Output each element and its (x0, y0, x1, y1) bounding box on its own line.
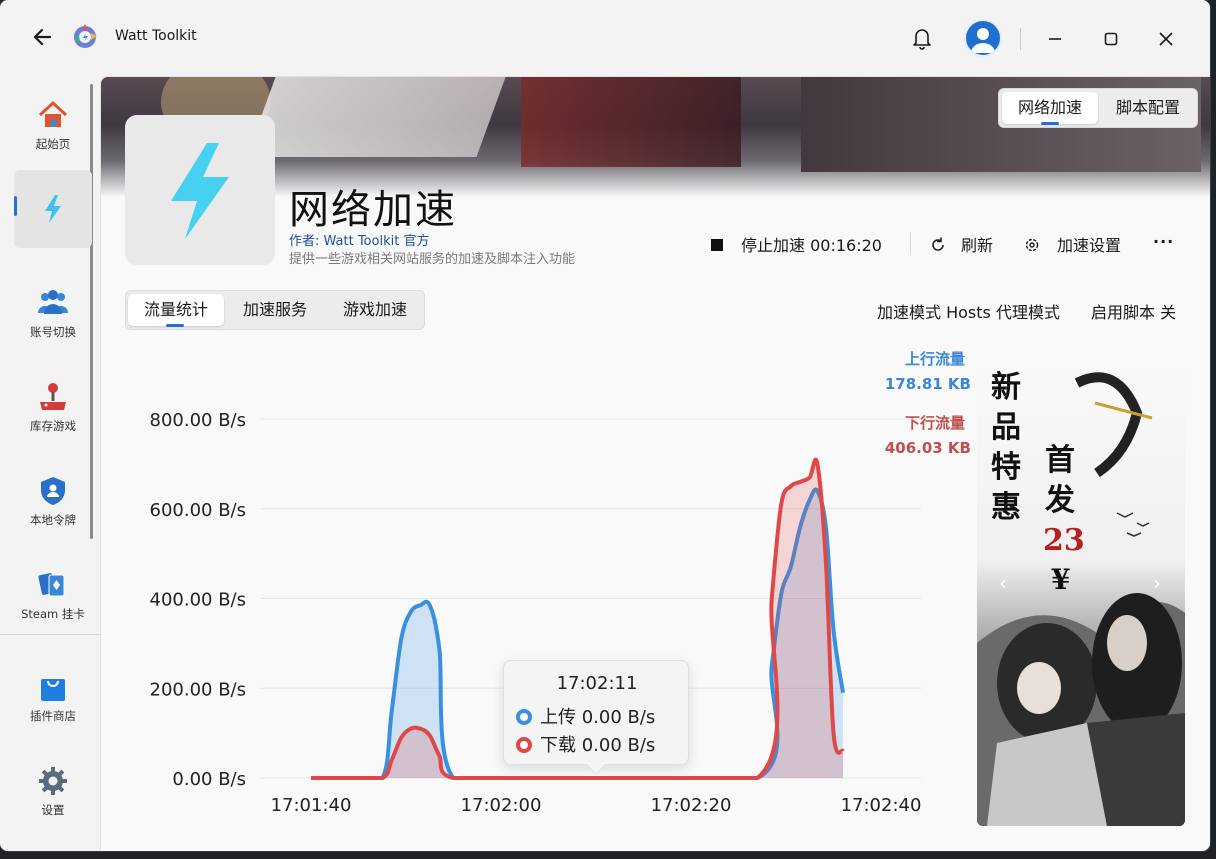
segment-network-accel[interactable]: 网络加速 (1002, 92, 1098, 124)
sidebar-item-plugin-store[interactable]: 插件商店 (14, 656, 92, 734)
tooltip-download-text: 下载 0.00 B/s (540, 735, 656, 756)
tab-selected-indicator (166, 324, 184, 327)
sidebar-item-label: Steam 挂卡 (21, 607, 85, 621)
app-logo-icon (74, 24, 97, 48)
download-dot-icon (516, 737, 532, 753)
feature-icon-box (125, 115, 275, 265)
y-tick-label: 800.00 B/s (150, 410, 247, 431)
refresh-icon (932, 237, 944, 251)
lightning-icon (171, 143, 229, 239)
sidebar-item-account-switch[interactable]: 账号切换 (14, 272, 92, 350)
user-avatar[interactable] (964, 19, 1002, 57)
gear-icon (39, 767, 67, 795)
app-window: Watt Toolkit 起始页 账号切换 库存游戏 本地令牌 Steam 挂卡… (0, 0, 1210, 851)
maximize-icon[interactable] (1096, 24, 1126, 54)
y-tick-label: 600.00 B/s (150, 500, 247, 521)
users-icon (38, 290, 68, 314)
sidebar-divider (0, 634, 100, 635)
upload-legend-label: 上行流量 (904, 350, 965, 368)
sidebar: 起始页 账号切换 库存游戏 本地令牌 Steam 挂卡 插件商店 设置 (0, 76, 100, 851)
stop-accel-button[interactable]: 停止加速 00:16:20 (711, 232, 882, 256)
sidebar-item-label: 插件商店 (30, 709, 76, 723)
segment-label: 网络加速 (1017, 98, 1082, 117)
tab-label: 游戏加速 (342, 300, 407, 319)
shield-user-icon (41, 477, 65, 505)
tooltip-download-row: 下载 0.00 B/s (516, 731, 655, 757)
accel-settings-button[interactable]: 加速设置 (1023, 232, 1121, 256)
settings-gear-icon (1025, 238, 1039, 252)
sidebar-item-label: 账号切换 (30, 325, 76, 339)
y-tick-label: 0.00 B/s (172, 769, 246, 790)
x-tick-label: 17:02:20 (651, 795, 732, 816)
segment-label: 脚本配置 (1115, 98, 1180, 117)
page-description: 提供一些游戏相关网站服务的加速及脚本注入功能 (289, 252, 576, 267)
back-arrow-icon[interactable] (30, 24, 56, 50)
home-icon (38, 101, 68, 127)
tab-label: 加速服务 (242, 300, 307, 319)
y-tick-label: 200.00 B/s (150, 679, 247, 700)
refresh-button[interactable]: 刷新 (929, 232, 993, 256)
title-bar: Watt Toolkit (0, 0, 1210, 76)
tab-game-accel[interactable]: 游戏加速 (326, 294, 424, 326)
ad-price-text: 23 (1043, 523, 1085, 558)
page-title: 网络加速 (289, 187, 457, 233)
upload-dot-icon (516, 709, 532, 725)
tooltip-upload-text: 上传 0.00 B/s (540, 707, 656, 728)
accel-mode-text: 加速模式 Hosts 代理模式 (877, 303, 1060, 322)
x-tick-label: 17:01:40 (271, 795, 352, 816)
segment-script-config[interactable]: 脚本配置 (1100, 92, 1196, 124)
script-status-text: 启用脚本 关 (1091, 303, 1177, 322)
tooltip-upload-row: 上传 0.00 B/s (516, 703, 655, 729)
more-options-button[interactable]: ··· (1153, 232, 1174, 251)
promo-ad-banner[interactable]: 新品特惠 首发 23 ¥ ‹ › (977, 343, 1185, 826)
accel-settings-label: 加速设置 (1057, 236, 1122, 255)
ad-next-arrow-icon[interactable]: › (1153, 571, 1161, 595)
store-bag-icon (41, 679, 65, 701)
app-title: Watt Toolkit (115, 28, 197, 44)
sidebar-item-network-accel[interactable] (14, 170, 92, 248)
tab-label: 流量统计 (143, 300, 208, 319)
stop-accel-label: 停止加速 00:16:20 (741, 236, 882, 255)
author-link[interactable]: 作者: Watt Toolkit 官方 (289, 230, 429, 249)
ad-slogan-text: 新品特惠 (991, 370, 1021, 525)
close-icon[interactable] (1151, 24, 1181, 54)
sidebar-item-steam-idle[interactable]: Steam 挂卡 (14, 554, 92, 632)
sidebar-item-settings[interactable]: 设置 (14, 750, 92, 828)
sidebar-active-indicator (14, 196, 17, 216)
sidebar-item-label: 设置 (41, 803, 65, 817)
sidebar-item-label: 起始页 (35, 137, 71, 151)
sidebar-item-label: 本地令牌 (30, 513, 76, 527)
traffic-chart: 0.00 B/s 200.00 B/s 400.00 B/s 600.00 B/s 80… (150, 410, 922, 816)
sidebar-item-local-token[interactable]: 本地令牌 (14, 460, 92, 538)
user-avatar-icon (971, 28, 995, 53)
ad-launch-text: 首发 (1045, 443, 1075, 518)
joystick-icon (40, 383, 66, 410)
sidebar-item-label: 库存游戏 (30, 419, 76, 433)
tooltip-time: 17:02:11 (556, 673, 638, 694)
ad-currency-text: ¥ (1051, 563, 1071, 596)
lightning-icon (45, 195, 61, 223)
segment-selected-indicator (1041, 122, 1059, 125)
tab-accel-services[interactable]: 加速服务 (226, 294, 324, 326)
y-tick-label: 400.00 B/s (150, 590, 247, 611)
stats-tab-bar: 流量统计 加速服务 游戏加速 (125, 290, 425, 330)
x-tick-label: 17:02:40 (841, 795, 922, 816)
action-separator (910, 232, 911, 254)
minimize-icon[interactable] (1040, 24, 1070, 54)
titlebar-separator (1020, 28, 1021, 50)
chart-tooltip: 17:02:11 上传 0.00 B/s 下载 0.00 B/s (503, 660, 689, 775)
sidebar-item-game-library[interactable]: 库存游戏 (14, 366, 92, 444)
ad-prev-arrow-icon[interactable]: ‹ (999, 571, 1007, 595)
notification-bell-icon[interactable] (908, 24, 936, 52)
top-segment-control: 网络加速 脚本配置 (998, 88, 1198, 128)
stop-icon (711, 239, 723, 251)
tab-traffic-stats[interactable]: 流量统计 (128, 294, 224, 326)
main-content: 网络加速 脚本配置 网络加速 作者: Watt Toolkit 官方 提供一些游… (100, 76, 1210, 851)
sidebar-item-home[interactable]: 起始页 (14, 84, 92, 162)
refresh-label: 刷新 (961, 236, 994, 255)
cards-icon (38, 573, 65, 597)
x-tick-label: 17:02:00 (461, 795, 542, 816)
